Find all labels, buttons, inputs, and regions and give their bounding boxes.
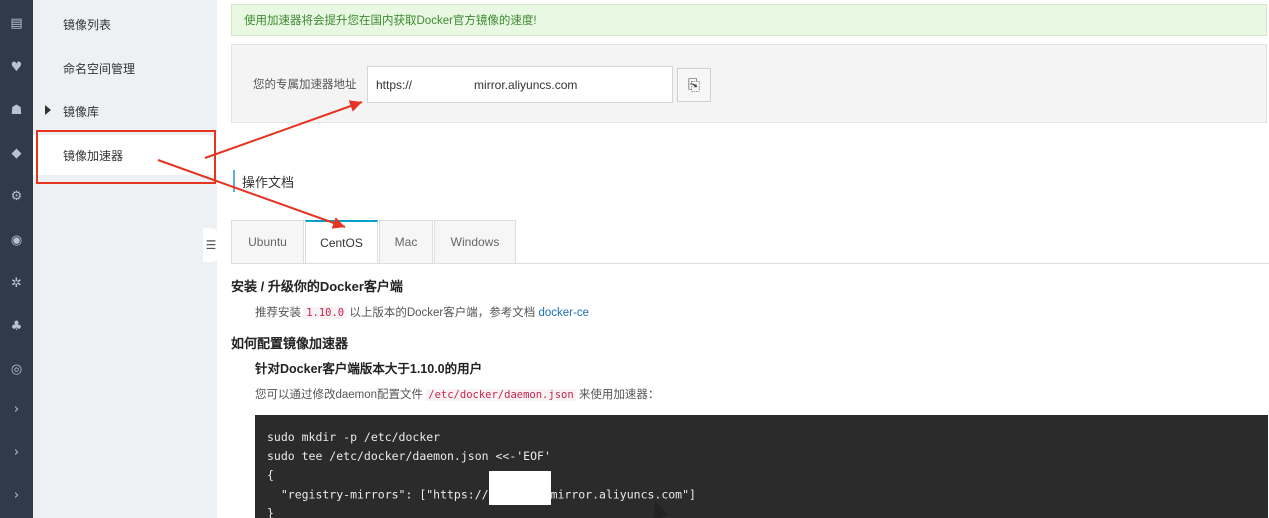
cube-icon[interactable]: ◆: [0, 138, 33, 168]
config-subheading: 针对Docker客户端版本大于1.10.0的用户: [255, 362, 483, 376]
docker-ce-link[interactable]: docker-ce: [538, 307, 589, 319]
redacted-mask: [414, 75, 473, 94]
list-icon[interactable]: ▤: [0, 8, 33, 38]
sidebar-item-label: 镜像列表: [63, 17, 112, 32]
config-text-a: 您可以通过修改daemon配置文件: [255, 389, 427, 401]
annotation-highlight-box: [36, 130, 216, 184]
accelerator-label: 您的专属加速器地址: [253, 79, 357, 91]
doc-section-title: 操作文档: [233, 170, 294, 192]
redacted-mask: [488, 471, 551, 505]
tab-ubuntu[interactable]: Ubuntu: [231, 220, 304, 264]
icon-rail: ▤ ♥ ☗ ◆ ⚙ ◉ ✲ ♣ ◎ › › ›: [0, 0, 33, 518]
accelerator-panel: 您的专属加速器地址 https:// mirror.aliyuncs.com ⎘: [231, 44, 1267, 123]
code-line-part: mirror.aliyuncs.com"]: [550, 487, 696, 502]
sidebar-item-image-list[interactable]: 镜像列表: [33, 4, 217, 44]
tab-divider: [231, 263, 1269, 264]
chevron-right-icon[interactable]: ›: [0, 437, 33, 467]
install-text: 推荐安装 1.10.0 以上版本的Docker客户端，参考文档 docker-c…: [255, 304, 589, 320]
accelerator-url-field[interactable]: https:// mirror.aliyuncs.com: [367, 66, 673, 103]
network-icon[interactable]: ☗: [0, 95, 33, 125]
shield-icon[interactable]: ♥: [0, 52, 33, 82]
code-line: {: [267, 468, 274, 482]
config-text-b: 来使用加速器：: [575, 389, 660, 401]
code-line-mirrors: "registry-mirrors": ["https:// mirror.ali…: [267, 471, 1268, 505]
code-line: sudo tee /etc/docker/daemon.json <<-'EOF…: [267, 449, 551, 463]
sidebar-item-namespace[interactable]: 命名空间管理: [33, 48, 217, 88]
sidebar-item-label: 镜像库: [63, 104, 100, 119]
eye-icon[interactable]: ◉: [0, 225, 33, 255]
code-line: sudo mkdir -p /etc/docker: [267, 430, 441, 444]
star-icon[interactable]: ✲: [0, 268, 33, 298]
config-text: 您可以通过修改daemon配置文件 /etc/docker/daemon.jso…: [255, 386, 659, 402]
daemon-path-code: /etc/docker/daemon.json: [426, 389, 576, 401]
secondary-sidebar: 镜像列表 命名空间管理 镜像库 镜像加速器: [33, 0, 217, 518]
url-suffix: mirror.aliyuncs.com: [474, 77, 578, 92]
code-line-part: "registry-mirrors": ["https://: [267, 487, 489, 502]
tab-centos[interactable]: CentOS: [305, 220, 378, 264]
caret-right-icon[interactable]: [45, 105, 51, 115]
tab-mac[interactable]: Mac: [379, 220, 433, 264]
code-line: }: [267, 506, 274, 518]
settings-icon[interactable]: ◎: [0, 354, 33, 384]
sidebar-item-label: 命名空间管理: [63, 61, 136, 76]
install-text-b: 以上版本的Docker客户端，参考文档: [346, 307, 539, 319]
gear-icon[interactable]: ⚙: [0, 181, 33, 211]
info-notice: 使用加速器将会提升您在国内获取Docker官方镜像的速度!: [231, 4, 1267, 36]
install-heading: 安装 / 升级你的Docker客户端: [231, 279, 403, 294]
main-content: 使用加速器将会提升您在国内获取Docker官方镜像的速度! 您的专属加速器地址 …: [217, 0, 1269, 518]
sidebar-item-repository[interactable]: 镜像库: [33, 91, 217, 131]
clipboard-icon: ⎘: [687, 76, 700, 94]
chevron-right-icon[interactable]: ›: [0, 394, 33, 424]
tree-icon[interactable]: ♣: [0, 311, 33, 341]
url-prefix: https://: [376, 77, 413, 92]
code-block[interactable]: sudo mkdir -p /etc/docker sudo tee /etc/…: [255, 415, 1268, 518]
version-code: 1.10.0: [304, 307, 347, 319]
config-heading: 如何配置镜像加速器: [231, 336, 349, 351]
chevron-right-icon[interactable]: ›: [0, 480, 33, 510]
tab-windows[interactable]: Windows: [434, 220, 516, 264]
copy-button[interactable]: ⎘: [677, 68, 711, 102]
install-text-a: 推荐安装: [255, 307, 305, 319]
